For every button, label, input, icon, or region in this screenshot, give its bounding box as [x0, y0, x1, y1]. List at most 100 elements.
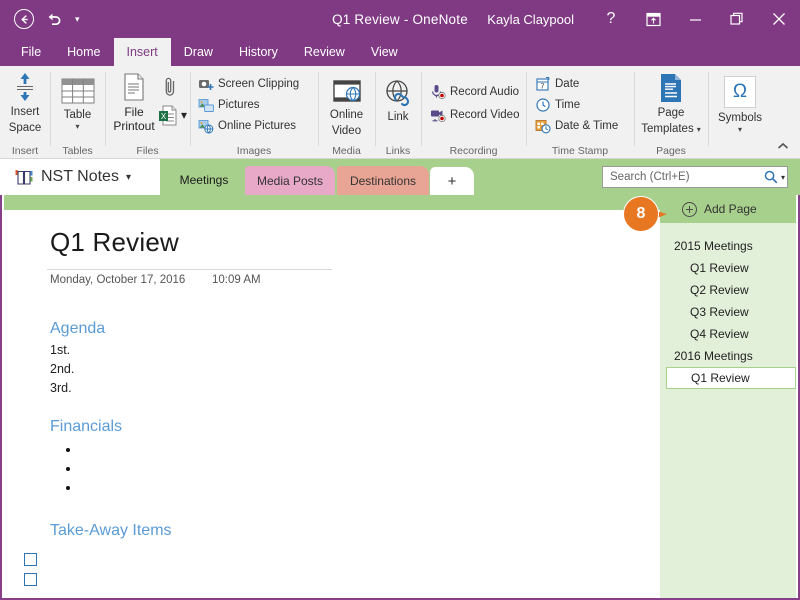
customize-quick-access-caret-icon[interactable]: ▾	[75, 14, 80, 24]
insert-spreadsheet-button[interactable]: X ▾	[158, 104, 187, 126]
ribbon-tab-strip: File Home Insert Draw History Review Vie…	[0, 38, 800, 66]
collapse-ribbon-caret-icon[interactable]	[772, 137, 794, 155]
restore-icon[interactable]	[716, 0, 758, 38]
ribbon-display-options-icon[interactable]	[632, 0, 674, 38]
search-box[interactable]: ▾	[602, 166, 788, 188]
table-caret-icon[interactable]: ▾	[75, 123, 79, 131]
tab-insert[interactable]: Insert	[113, 38, 171, 66]
screen-clipping-label: Screen Clipping	[218, 77, 300, 90]
agenda-line-3[interactable]: 3rd.	[50, 381, 72, 395]
heading-take-away-items[interactable]: Take-Away Items	[50, 522, 172, 540]
page-list-item-q4-review-2015[interactable]: Q4 Review	[660, 323, 796, 345]
page-list-item-2016-meetings[interactable]: 2016 Meetings	[660, 345, 796, 367]
insert-time-label: Time	[555, 98, 581, 111]
symbols-button[interactable]: Ω Symbols ▾	[709, 74, 771, 134]
pictures-button[interactable]: Pictures	[198, 94, 299, 115]
close-button[interactable]	[758, 0, 800, 38]
add-page-plus-icon	[682, 201, 697, 217]
page-title[interactable]: Q1 Review	[50, 227, 179, 258]
online-pictures-label: Online Pictures	[218, 119, 296, 132]
tab-home[interactable]: Home	[54, 38, 113, 66]
ribbon-group-timestamp: 7 Date Time Date & Time Time Stamp	[527, 66, 633, 159]
insert-date-button[interactable]: 7 Date	[535, 73, 618, 94]
tab-history[interactable]: History	[226, 38, 291, 66]
page-content[interactable]: Q1 Review Monday, October 17, 2016 10:09…	[2, 210, 664, 598]
take-away-checkbox-2[interactable]	[24, 573, 37, 586]
ribbon-group-pages: Page Templates ▾ Pages	[635, 66, 707, 159]
page-list: 2015 Meetings Q1 Review Q2 Review Q3 Rev…	[660, 235, 796, 389]
add-page-label: Add Page	[704, 202, 757, 216]
group-label-tables: Tables	[62, 145, 93, 157]
add-page-button[interactable]: Add Page	[660, 195, 796, 223]
screen-clipping-icon	[198, 76, 214, 92]
search-scope-caret-icon[interactable]: ▾	[781, 173, 785, 182]
add-section-button[interactable]: +	[430, 167, 474, 195]
page-templates-caret-icon[interactable]: ▾	[697, 126, 701, 134]
table-button[interactable]: Table ▾	[51, 72, 104, 131]
section-tab-meetings[interactable]: Meetings	[165, 164, 243, 195]
page-list-item-2015-meetings[interactable]: 2015 Meetings	[660, 235, 796, 257]
omega-symbol-icon: Ω	[724, 74, 756, 108]
page-list-item-q1-review-2015[interactable]: Q1 Review	[660, 257, 796, 279]
section-tab-media-posts[interactable]: Media Posts	[245, 166, 335, 195]
undo-icon[interactable]	[46, 12, 63, 27]
table-icon	[60, 72, 96, 106]
agenda-line-1[interactable]: 1st.	[50, 343, 70, 357]
title-bar-right-controls: Kayla Claypool ?	[487, 0, 800, 38]
tab-file[interactable]: File	[8, 38, 54, 66]
heading-agenda[interactable]: Agenda	[50, 320, 105, 338]
file-printout-button[interactable]: File Printout	[108, 72, 160, 133]
record-video-label: Record Video	[450, 108, 520, 121]
minimize-button[interactable]	[674, 0, 716, 38]
ribbon-group-recording: Record Audio Record Video Recording	[422, 66, 525, 159]
help-button[interactable]: ?	[590, 0, 632, 38]
page-templates-button[interactable]: Page Templates ▾	[635, 70, 707, 136]
ribbon-group-tables: Table ▾ Tables	[51, 66, 104, 159]
record-audio-button[interactable]: Record Audio	[430, 80, 519, 103]
screen-clipping-button[interactable]: Screen Clipping	[198, 73, 299, 94]
group-label-timestamp: Time Stamp	[551, 145, 609, 157]
page-list-item-q1-review-2016[interactable]: Q1 Review	[666, 367, 796, 389]
insert-space-button[interactable]: Insert Space	[0, 69, 50, 135]
insert-time-button[interactable]: Time	[535, 94, 618, 115]
file-printout-icon	[121, 72, 147, 105]
take-away-checkbox-1[interactable]	[24, 553, 37, 566]
link-icon	[383, 74, 413, 108]
section-color-strip	[4, 195, 664, 210]
notebook-caret-icon[interactable]: ▾	[126, 172, 131, 183]
heading-financials[interactable]: Financials	[50, 418, 122, 436]
link-button[interactable]: Link	[376, 74, 420, 124]
notebook-selector[interactable]: NST Notes ▾	[0, 159, 160, 195]
spreadsheet-caret-icon[interactable]: ▾	[181, 108, 187, 122]
group-label-media: Media	[332, 145, 361, 157]
page-time[interactable]: 10:09 AM	[212, 274, 261, 286]
online-video-button[interactable]: Online Video	[319, 72, 374, 138]
online-pictures-button[interactable]: Online Pictures	[198, 115, 299, 136]
tab-draw[interactable]: Draw	[171, 38, 226, 66]
section-tab-destinations[interactable]: Destinations	[337, 166, 429, 195]
page-list-item-q3-review-2015[interactable]: Q3 Review	[660, 301, 796, 323]
page-date[interactable]: Monday, October 17, 2016	[50, 274, 185, 286]
omega-glyph: Ω	[724, 76, 756, 108]
online-pictures-icon	[198, 118, 214, 134]
search-icon[interactable]	[764, 170, 778, 184]
attach-file-button[interactable]	[162, 76, 178, 101]
symbols-caret-icon[interactable]: ▾	[738, 126, 742, 134]
agenda-line-2[interactable]: 2nd.	[50, 362, 74, 376]
page-canvas: Q1 Review Monday, October 17, 2016 10:09…	[0, 195, 800, 600]
insert-date-time-button[interactable]: Date & Time	[535, 115, 618, 136]
pictures-label: Pictures	[218, 98, 260, 111]
record-video-button[interactable]: Record Video	[430, 103, 519, 126]
account-name[interactable]: Kayla Claypool	[487, 12, 574, 27]
notebook-icon	[14, 169, 34, 186]
tab-review[interactable]: Review	[291, 38, 358, 66]
page-list-item-q2-review-2015[interactable]: Q2 Review	[660, 279, 796, 301]
search-input[interactable]	[610, 171, 764, 183]
tab-view[interactable]: View	[358, 38, 411, 66]
page-templates-label-1: Page	[657, 107, 685, 119]
insert-space-icon	[14, 69, 36, 103]
symbols-label: Symbols	[717, 112, 763, 124]
ribbon-group-images: Screen Clipping Pictures Online Pictures…	[191, 66, 317, 159]
back-arrow-icon[interactable]	[14, 9, 34, 29]
ribbon-group-symbols: Ω Symbols ▾	[709, 66, 771, 159]
